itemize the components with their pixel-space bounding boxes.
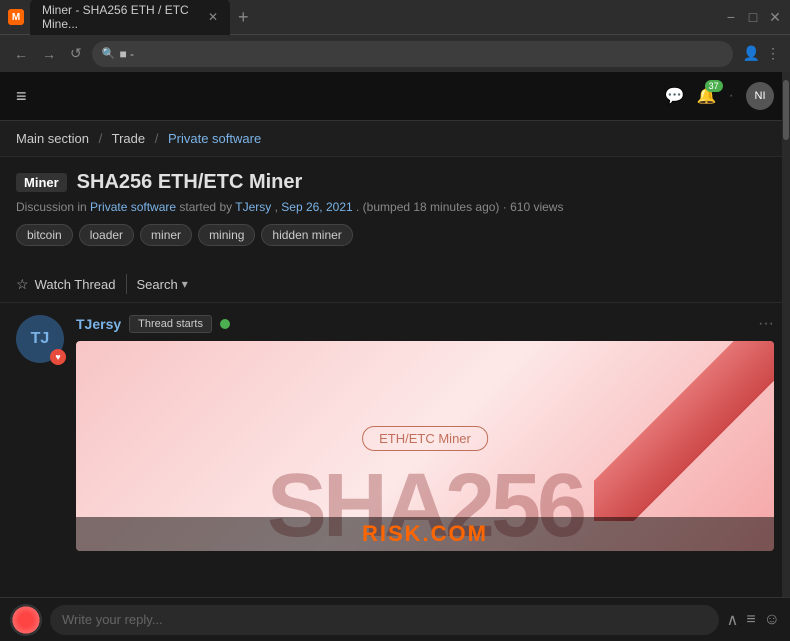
reply-avatar [10,604,42,636]
user-initials: NI [755,90,766,102]
maximize-button[interactable]: □ [746,10,760,24]
search-button[interactable]: Search ▾ [137,277,188,292]
meta-sep: , [275,200,278,214]
forum-header: ≡ 💬 🔔 37 · NI [0,72,790,121]
meta-bumped: . (bumped 18 minutes ago) [356,200,499,214]
nav-bar: ← → ↺ 🔍 ■ - 👤 ⋮ [0,34,790,72]
thread-actions-bar: ☆ Watch Thread Search ▾ [0,266,790,303]
reply-input[interactable]: Write your reply... [50,605,719,635]
user-avatar[interactable]: NI [746,82,774,110]
avatar-badge: ♥ [50,349,66,365]
tag-miner[interactable]: miner [140,224,192,246]
header-actions: 💬 🔔 37 · NI [665,82,774,110]
emoji-icon[interactable]: ☺ [764,611,780,629]
thread-meta: Discussion in Private software started b… [16,200,774,214]
star-icon: ☆ [16,276,29,293]
post-area: TJ ♥ TJersy Thread starts ··· ETH/ETC Mi… [0,303,790,563]
reply-actions: ∧ ≡ ☺ [727,610,780,630]
meta-section-link[interactable]: Private software [90,200,176,214]
meta-prefix: Discussion in [16,200,90,214]
address-text: ■ - [119,47,134,61]
forum-page: ≡ 💬 🔔 37 · NI Main section / Trade / Pri… [0,72,790,641]
notification-badge: 37 [705,80,723,92]
post-more-options[interactable]: ··· [758,315,774,333]
reply-placeholder: Write your reply... [62,612,163,627]
breadcrumb-current[interactable]: Private software [168,131,261,146]
nav-actions: 👤 ⋮ [743,45,780,62]
chevron-up-icon[interactable]: ∧ [727,610,739,630]
tab-close-button[interactable]: ✕ [208,10,218,24]
menu-button[interactable]: ⋮ [766,45,780,62]
online-status-dot [220,319,230,329]
meta-author[interactable]: TJersy [235,200,271,214]
notification-button[interactable]: 🔔 37 [697,86,717,106]
meta-date: Sep 26, 2021 [281,200,352,214]
thread-type-badge: Miner [16,173,67,192]
tag-bitcoin[interactable]: bitcoin [16,224,73,246]
back-button[interactable]: ← [10,44,32,64]
browser-logo: M [8,9,24,25]
search-dropdown-icon: ▾ [182,277,188,291]
thread-starts-badge: Thread starts [129,315,212,333]
refresh-button[interactable]: ↺ [66,43,86,64]
watch-thread-label: Watch Thread [35,277,116,292]
post-banner-image: ETH/ETC Miner SHA256 RISK.COM [76,341,774,551]
breadcrumb-main[interactable]: Main section [16,131,89,146]
post-avatar[interactable]: TJ ♥ [16,315,64,363]
tag-mining[interactable]: mining [198,224,255,246]
page-scrollbar[interactable] [782,72,790,641]
thread-title-area: Miner SHA256 ETH/ETC Miner Discussion in… [0,157,790,266]
reply-bar: Write your reply... ∧ ≡ ☺ [0,597,790,641]
forward-button[interactable]: → [38,44,60,64]
hamburger-menu[interactable]: ≡ [16,86,27,107]
post-content: TJersy Thread starts ··· ETH/ETC Miner S… [76,315,774,551]
browser-frame: M Miner - SHA256 ETH / ETC Mine... ✕ + −… [0,0,790,72]
window-controls: − □ ✕ [724,10,782,24]
minimize-button[interactable]: − [724,10,738,24]
breadcrumb: Main section / Trade / Private software [0,121,790,157]
breadcrumb-sep-2: / [155,131,159,146]
actions-divider [126,274,127,294]
address-bar[interactable]: 🔍 ■ - [92,41,733,67]
user-button[interactable]: 👤 [743,45,760,62]
new-tab-button[interactable]: + [238,7,249,28]
breadcrumb-trade[interactable]: Trade [112,131,145,146]
heart-icon: ♥ [55,352,60,362]
watch-thread-button[interactable]: ☆ Watch Thread [16,276,116,293]
thread-title: SHA256 ETH/ETC Miner [77,171,303,194]
user-menu-separator: · [729,87,734,105]
avatar-initials: TJ [31,330,50,348]
reply-avatar-image [10,604,42,636]
tags-row: bitcoin loader miner mining hidden miner [16,224,774,246]
meta-views: · 610 views [503,200,564,214]
chat-icon[interactable]: 💬 [665,86,685,106]
active-tab[interactable]: Miner - SHA256 ETH / ETC Mine... ✕ [30,0,230,35]
tag-loader[interactable]: loader [79,224,134,246]
list-icon[interactable]: ≡ [746,611,755,629]
search-label: Search [137,277,178,292]
title-bar: M Miner - SHA256 ETH / ETC Mine... ✕ + −… [0,0,790,34]
close-button[interactable]: ✕ [768,10,782,24]
thread-title-row: Miner SHA256 ETH/ETC Miner [16,171,774,194]
tab-title: Miner - SHA256 ETH / ETC Mine... [42,3,198,31]
meta-by: started by [179,200,235,214]
tag-hidden-miner[interactable]: hidden miner [261,224,352,246]
post-username[interactable]: TJersy [76,316,121,332]
post-header: TJersy Thread starts ··· [76,315,774,333]
breadcrumb-sep-1: / [99,131,103,146]
scrollbar-thumb[interactable] [783,80,789,140]
watermark-text: RISK.COM [76,517,774,551]
lock-icon: 🔍 [102,47,116,60]
banner-label: ETH/ETC Miner [362,426,488,451]
